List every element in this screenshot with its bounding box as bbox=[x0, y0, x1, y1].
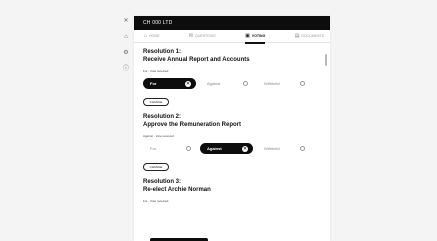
resolution-number: Resolution 1: bbox=[143, 49, 182, 55]
tab-label: QUESTIONS bbox=[195, 34, 216, 38]
chat-icon: ✉ bbox=[188, 33, 194, 39]
resolution-number: Resolution 3: bbox=[143, 179, 182, 185]
app-title: CH 000 LTD bbox=[143, 20, 173, 26]
vote-option-against[interactable]: Against bbox=[200, 78, 253, 89]
tab-documents[interactable]: ▤ DOCUMENTS bbox=[295, 30, 324, 43]
option-label: Withheld bbox=[264, 146, 280, 151]
tab-home[interactable]: ⌂ HOME bbox=[144, 30, 160, 43]
resolution-title: Re-elect Archie Norman bbox=[143, 186, 211, 193]
vote-option-withheld[interactable]: Withheld bbox=[257, 143, 310, 154]
change-vote-button[interactable]: CHANGE bbox=[143, 98, 169, 106]
option-label: For bbox=[150, 146, 156, 151]
selected-check-icon: ✕ bbox=[185, 80, 191, 87]
selected-check-icon: ✕ bbox=[242, 145, 248, 152]
tab-label: HOME bbox=[149, 34, 160, 38]
radio-icon bbox=[186, 146, 191, 151]
scrollbar[interactable] bbox=[325, 54, 327, 66]
resolution-card: Resolution 1: Receive Annual Report and … bbox=[143, 49, 320, 106]
vote-status: For - Vote received bbox=[143, 69, 169, 73]
vote-option-for[interactable]: For bbox=[143, 143, 196, 154]
vote-option-withheld[interactable]: Withheld bbox=[257, 78, 310, 89]
settings-icon[interactable]: ⚙ bbox=[123, 50, 128, 57]
tab-label: DOCUMENTS bbox=[301, 34, 324, 38]
option-label: Withheld bbox=[264, 81, 280, 86]
tab-bar: ⌂ HOME ✉ QUESTIONS ▣ VOTING ▤ DOCUMENTS bbox=[134, 30, 330, 44]
home-icon[interactable]: ⌂ bbox=[124, 34, 128, 41]
vote-status: Against - Vote received bbox=[143, 134, 174, 138]
resolutions-list: Resolution 1: Receive Annual Report and … bbox=[134, 43, 330, 203]
info-icon[interactable]: ⓘ bbox=[123, 66, 129, 73]
document-icon: ▤ bbox=[294, 33, 300, 39]
tab-voting[interactable]: ▣ VOTING bbox=[245, 30, 266, 44]
option-label: Against bbox=[207, 81, 221, 86]
change-vote-button[interactable]: CHANGE bbox=[143, 163, 169, 171]
vote-option-for[interactable]: For ✕ bbox=[143, 78, 196, 89]
resolution-number: Resolution 2: bbox=[143, 114, 182, 120]
radio-icon bbox=[300, 81, 305, 86]
left-rail: ✕ ⌂ ⚙ ⓘ bbox=[118, 16, 134, 241]
vote-status: For - Vote received bbox=[143, 199, 169, 203]
resolution-title: Receive Annual Report and Accounts bbox=[143, 56, 250, 63]
app-window: CH 000 LTD ⌂ HOME ✉ QUESTIONS ▣ VOTING ▤… bbox=[134, 16, 330, 241]
ballot-icon: ▣ bbox=[245, 33, 250, 39]
tab-questions[interactable]: ✉ QUESTIONS bbox=[189, 30, 216, 43]
app-header: CH 000 LTD bbox=[134, 16, 330, 30]
radio-icon bbox=[243, 81, 248, 86]
vote-option-against[interactable]: Against ✕ bbox=[200, 143, 253, 154]
radio-icon bbox=[300, 146, 305, 151]
resolution-card: Resolution 3: Re-elect Archie Norman For… bbox=[143, 179, 320, 203]
vote-options: For Against ✕ Withheld bbox=[143, 143, 320, 154]
option-label: For bbox=[150, 81, 157, 86]
resolution-card: Resolution 2: Approve the Remuneration R… bbox=[143, 114, 320, 171]
vote-options: For ✕ Against Withheld bbox=[143, 78, 320, 89]
close-icon[interactable]: ✕ bbox=[123, 18, 128, 25]
home-icon: ⌂ bbox=[144, 33, 148, 39]
tab-label: VOTING bbox=[251, 34, 266, 38]
option-label: Against bbox=[207, 146, 222, 151]
resolution-title: Approve the Remuneration Report bbox=[143, 121, 242, 128]
